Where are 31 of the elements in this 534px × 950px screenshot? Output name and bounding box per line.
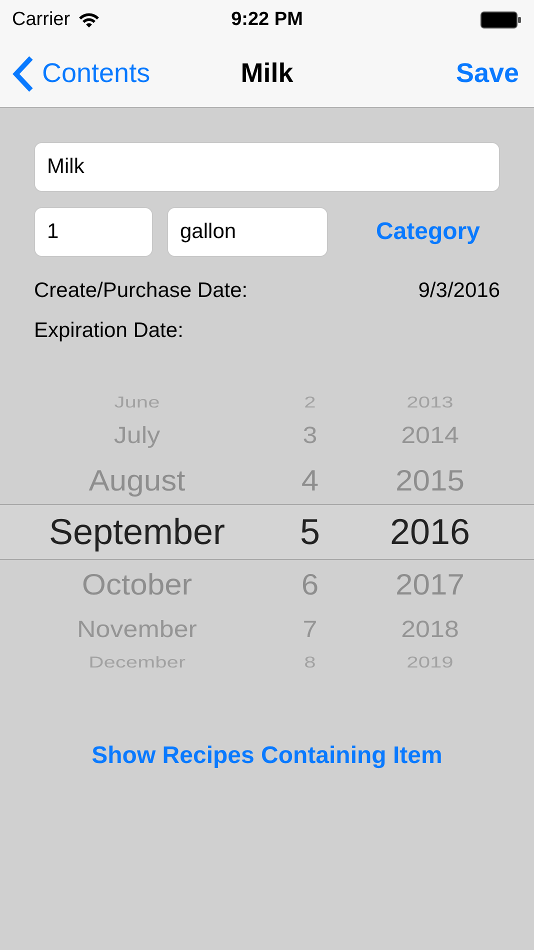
wifi-icon [78,12,100,28]
picker-month[interactable]: October [82,569,192,599]
carrier-name: Carrier [12,8,70,32]
picker-year[interactable]: 2015 [396,465,464,495]
picker-month[interactable]: November [77,617,197,641]
picker-month[interactable]: September [48,514,226,550]
name-field[interactable]: Milk [34,142,500,192]
create-date-label: Create/Purchase Date: [34,278,248,304]
expiration-date-label: Expiration Date: [34,318,184,342]
picker-day[interactable]: 4 [301,465,319,495]
picker-day[interactable]: 3 [302,423,318,447]
save-button[interactable]: Save [456,53,522,94]
picker-day[interactable]: 7 [302,617,318,641]
picker-month[interactable]: July [114,423,160,447]
picker-year[interactable]: 2014 [401,423,459,447]
picker-month[interactable]: August [88,465,186,495]
picker-year[interactable]: 2018 [401,617,459,641]
picker-year[interactable]: 2017 [396,569,464,599]
back-chevron-icon [12,56,34,92]
picker-day[interactable]: 5 [300,514,320,550]
battery-icon [480,11,522,29]
screen-title: Milk [240,57,294,90]
picker-year[interactable]: 2016 [390,514,470,550]
create-date-value: 9/3/2016 [418,278,500,304]
unit-field[interactable]: gallon [167,207,328,257]
picker-day[interactable]: 6 [301,569,319,599]
clock-time: 9:22 PM [231,8,303,32]
show-recipes-button[interactable]: Show Recipes Containing Item [92,738,442,774]
category-button[interactable]: Category [376,214,480,250]
quantity-field[interactable]: 1 [34,207,153,257]
back-button[interactable]: Contents [12,53,150,94]
